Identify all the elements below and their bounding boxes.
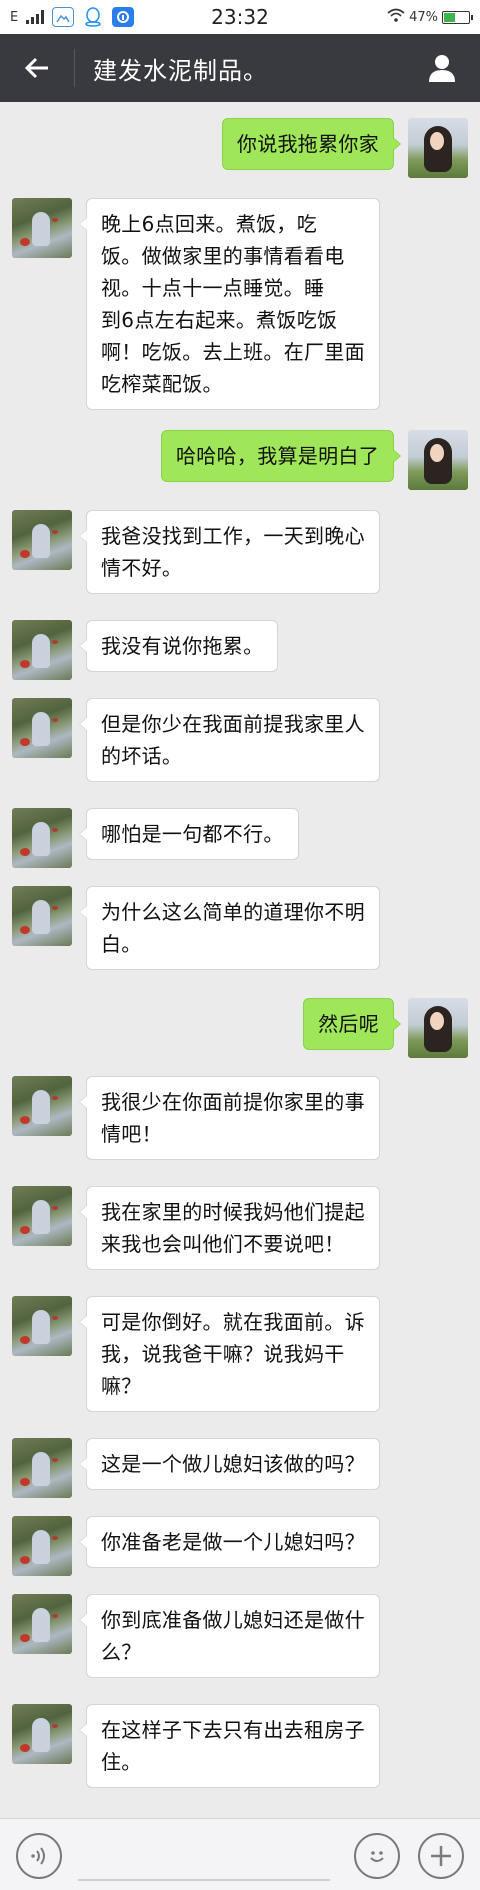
- input-bar: [0, 1818, 480, 1890]
- friend-avatar[interactable]: [12, 1076, 72, 1136]
- friend-avatar[interactable]: [12, 1704, 72, 1764]
- incoming-bubble[interactable]: 我没有说你拖累。: [78, 620, 279, 672]
- app-notification-icon: [112, 7, 135, 27]
- friend-avatar[interactable]: [12, 1186, 72, 1246]
- incoming-bubble[interactable]: 晚上6点回来。煮饭，吃 饭。做做家里的事情看看电 视。十点十一点睡觉。睡 到6点…: [79, 198, 380, 410]
- friend-avatar[interactable]: [12, 886, 72, 946]
- incoming-bubble[interactable]: 你准备老是做一个儿媳妇吗？: [79, 1516, 380, 1568]
- chat-header: 建发水泥制品。: [0, 34, 480, 102]
- gallery-icon: [52, 7, 75, 27]
- outgoing-bubble[interactable]: 哈哈哈，我算是明白了: [161, 430, 401, 482]
- more-button[interactable]: [418, 1833, 464, 1879]
- incoming-bubble[interactable]: 为什么这么简单的道理你不明 白。: [79, 886, 380, 970]
- outgoing-bubble[interactable]: 你说我拖累你家: [221, 118, 402, 170]
- signal-icon: [26, 10, 45, 24]
- chat-title: 建发水泥制品。: [93, 56, 268, 85]
- friend-avatar[interactable]: [12, 620, 72, 680]
- friend-avatar[interactable]: [12, 698, 72, 758]
- qq-icon: [82, 7, 104, 27]
- friend-avatar[interactable]: [12, 510, 72, 570]
- battery-icon: [442, 10, 473, 24]
- incoming-bubble[interactable]: 可是你倒好。就在我面前。诉 我，说我爸干嘛？说我妈干 嘛？: [79, 1296, 380, 1412]
- status-bar: E 23:32 47%: [0, 0, 480, 34]
- emoji-icon: [370, 1851, 384, 1862]
- incoming-bubble[interactable]: 我爸没找到工作，一天到晚心 情不好。: [79, 510, 380, 594]
- friend-avatar[interactable]: [12, 1516, 72, 1576]
- battery-percent: 47%: [409, 9, 438, 25]
- incoming-bubble[interactable]: 哪怕是一句都不行。: [79, 808, 299, 860]
- friend-avatar[interactable]: [12, 1594, 72, 1654]
- message-row: 你说我拖累你家: [0, 118, 480, 178]
- voice-button[interactable]: [16, 1833, 62, 1879]
- incoming-bubble[interactable]: 但是你少在我面前提我家里人 的坏话。: [79, 698, 380, 782]
- friend-avatar[interactable]: [12, 198, 72, 258]
- header-divider: [74, 49, 75, 87]
- my-avatar[interactable]: [408, 998, 468, 1058]
- friend-avatar[interactable]: [12, 1296, 72, 1356]
- friend-avatar[interactable]: [12, 808, 72, 868]
- message-input[interactable]: [78, 1879, 330, 1881]
- back-button[interactable]: [0, 34, 74, 102]
- incoming-bubble[interactable]: 在这样子下去只有出去租房子 住。: [79, 1704, 380, 1788]
- my-avatar[interactable]: [408, 118, 468, 178]
- voice-icon: [31, 1847, 45, 1865]
- incoming-bubble[interactable]: 我很少在你面前提你家里的事 情吧！: [79, 1076, 380, 1160]
- outgoing-bubble[interactable]: 然后呢: [303, 998, 401, 1050]
- friend-avatar[interactable]: [12, 1438, 72, 1498]
- profile-button[interactable]: [404, 34, 480, 102]
- network-type: E: [10, 9, 19, 25]
- incoming-bubble[interactable]: 你到底准备做儿媳妇还是做什 么？: [79, 1594, 380, 1678]
- arrow-left-icon: [24, 57, 48, 79]
- wifi-icon: [387, 8, 405, 26]
- emoji-button[interactable]: [354, 1833, 400, 1879]
- incoming-bubble[interactable]: 我在家里的时候我妈他们提起 来我也会叫他们不要说吧！: [79, 1186, 380, 1270]
- my-avatar[interactable]: [408, 430, 468, 490]
- incoming-bubble[interactable]: 这是一个做儿媳妇该做的吗？: [79, 1438, 380, 1490]
- plus-icon: [431, 1846, 451, 1866]
- person-icon: [429, 55, 455, 82]
